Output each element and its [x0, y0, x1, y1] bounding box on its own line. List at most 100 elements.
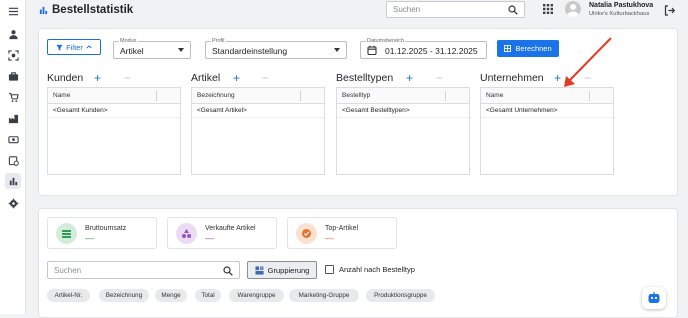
chevron-up-icon — [86, 45, 92, 49]
dimension-title-kunden: Kunden — [47, 72, 84, 84]
robot-icon — [648, 292, 660, 303]
date-range-value: 01.12.2025 - 31.12.2025 — [385, 46, 478, 56]
column-header: Bezeichnung — [197, 92, 235, 99]
filter-card: Filter Modus Artikel Profil Standardeins… — [38, 28, 678, 196]
column-header: Bestelltyp — [342, 92, 371, 99]
global-search-input[interactable]: Suchen — [386, 1, 525, 18]
table-header: Name — [48, 88, 180, 104]
column-chip[interactable]: Artikel-Nr. — [47, 289, 90, 302]
date-range-field[interactable]: Datumsbereich 01.12.2025 - 31.12.2025 — [360, 38, 487, 59]
face-scan-icon[interactable] — [7, 49, 19, 61]
kpi-bruttoumsatz[interactable]: Bruttoumsatz — — [47, 217, 157, 249]
dimension-title-artikel: Artikel — [191, 72, 221, 84]
chevron-down-icon — [334, 48, 340, 52]
table-cell: <Gesamt Artikel> — [197, 107, 247, 114]
calculate-button[interactable]: Berechnen — [497, 40, 559, 57]
cash-icon[interactable] — [7, 133, 19, 145]
page-title: Bestellstatistik — [39, 4, 133, 16]
profil-select[interactable]: Profil Standardeinstellung — [205, 38, 347, 59]
top-bar: Bestellstatistik Suchen Natalia Pastukho… — [26, 0, 688, 22]
results-search-input[interactable]: Suchen — [47, 261, 240, 279]
search-placeholder: Suchen — [393, 5, 421, 14]
add-kunden-button[interactable]: + — [94, 71, 101, 85]
table-cell: <Gesamt Kunden> — [53, 107, 108, 114]
table-row[interactable]: <Gesamt Unternehmen> — [481, 104, 613, 118]
table-header: Bezeichnung — [192, 88, 324, 104]
filter-label: Filter — [66, 42, 83, 52]
add-unternehmen-button[interactable]: + — [554, 71, 561, 85]
profil-value: Standardeinstellung — [212, 46, 288, 56]
grouping-button[interactable]: Gruppierung — [247, 261, 317, 279]
remove-artikel-button[interactable]: − — [262, 71, 269, 85]
search-icon[interactable] — [223, 266, 233, 276]
kpi-label: Bruttoumsatz — [85, 225, 127, 232]
add-bestelltypen-button[interactable]: + — [406, 71, 413, 85]
chevron-down-icon — [178, 48, 184, 52]
filter-button[interactable]: Filter — [47, 39, 101, 55]
grouping-icon — [255, 265, 264, 275]
briefcase-icon[interactable] — [7, 70, 19, 82]
menu-icon[interactable] — [7, 5, 19, 17]
calendar-icon[interactable] — [367, 45, 377, 55]
grid-table-icon — [504, 45, 512, 52]
page-title-text: Bestellstatistik — [52, 4, 134, 16]
apps-grid-icon[interactable] — [543, 4, 553, 14]
person-icon[interactable] — [7, 28, 19, 40]
factory-icon[interactable] — [7, 112, 19, 124]
results-card: Bruttoumsatz — Verkaufte Artikel — Top-A… — [38, 208, 678, 318]
kpi-value: — — [85, 233, 94, 243]
search-placeholder: Suchen — [54, 266, 82, 275]
table-row[interactable]: <Gesamt Kunden> — [48, 104, 180, 118]
kpi-value: — — [205, 233, 214, 243]
dimension-title-bestelltypen: Bestelltypen — [336, 72, 394, 84]
filter-icon — [56, 44, 63, 51]
avatar[interactable] — [565, 1, 581, 17]
remove-kunden-button[interactable]: − — [124, 71, 131, 85]
column-chip[interactable]: Warengruppe — [229, 289, 284, 302]
table-row[interactable]: <Gesamt Artikel> — [192, 104, 324, 118]
column-chip[interactable]: Total — [195, 289, 221, 302]
chatbot-button[interactable] — [642, 287, 666, 309]
kpi-label: Top-Artikel — [325, 225, 359, 232]
column-chip[interactable]: Marketing-Gruppe — [289, 289, 359, 302]
add-artikel-button[interactable]: + — [233, 71, 240, 85]
table-cell: <Gesamt Bestelltypen> — [342, 107, 410, 114]
cart-icon[interactable] — [7, 91, 19, 103]
modus-value: Artikel — [120, 46, 144, 56]
checkbox-label: Anzahl nach Bestelltyp — [339, 265, 415, 274]
kunden-table: Name <Gesamt Kunden> — [47, 87, 181, 175]
kpi-top-artikel[interactable]: Top-Artikel — — [287, 217, 397, 249]
calculate-label: Berechnen — [515, 44, 552, 53]
user-name: Natalia Pastukhova — [589, 2, 654, 9]
statistics-icon[interactable] — [5, 173, 21, 189]
statistics-icon — [39, 6, 48, 14]
modus-label: Modus — [119, 38, 138, 44]
search-icon[interactable] — [508, 4, 518, 15]
column-chip[interactable]: Menge — [155, 289, 187, 302]
calendar-clock-icon[interactable] — [7, 154, 19, 166]
kpi-value: — — [325, 233, 334, 243]
unternehmen-table: Name <Gesamt Unternehmen> — [480, 87, 614, 175]
bestelltypen-table: Bestelltyp <Gesamt Bestelltypen> — [336, 87, 470, 175]
artikel-table: Bezeichnung <Gesamt Artikel> — [191, 87, 325, 175]
remove-unternehmen-button[interactable]: − — [584, 71, 591, 85]
dimension-title-unternehmen: Unternehmen — [480, 72, 544, 84]
user-organization: Ulrike's Kulturbackhaus — [589, 11, 650, 17]
profil-label: Profil — [211, 38, 226, 44]
kpi-label: Verkaufte Artikel — [205, 225, 256, 232]
logout-icon[interactable] — [664, 5, 675, 16]
modus-select[interactable]: Modus Artikel — [113, 38, 191, 59]
remove-bestelltypen-button[interactable]: − — [436, 71, 443, 85]
date-range-label: Datumsbereich — [366, 38, 405, 44]
column-chip[interactable]: Produktionsgruppe — [366, 289, 435, 302]
table-cell: <Gesamt Unternehmen> — [486, 107, 558, 114]
column-header: Name — [486, 92, 504, 99]
column-chip[interactable]: Bezeichnung — [99, 289, 149, 302]
kpi-verkaufte-artikel[interactable]: Verkaufte Artikel — — [167, 217, 277, 249]
table-row[interactable]: <Gesamt Bestelltypen> — [337, 104, 469, 118]
count-by-order-type-checkbox[interactable] — [325, 265, 334, 274]
table-header: Name — [481, 88, 613, 104]
gear-icon[interactable] — [7, 197, 19, 209]
left-nav-rail — [0, 0, 26, 314]
shapes-icon — [176, 223, 197, 244]
